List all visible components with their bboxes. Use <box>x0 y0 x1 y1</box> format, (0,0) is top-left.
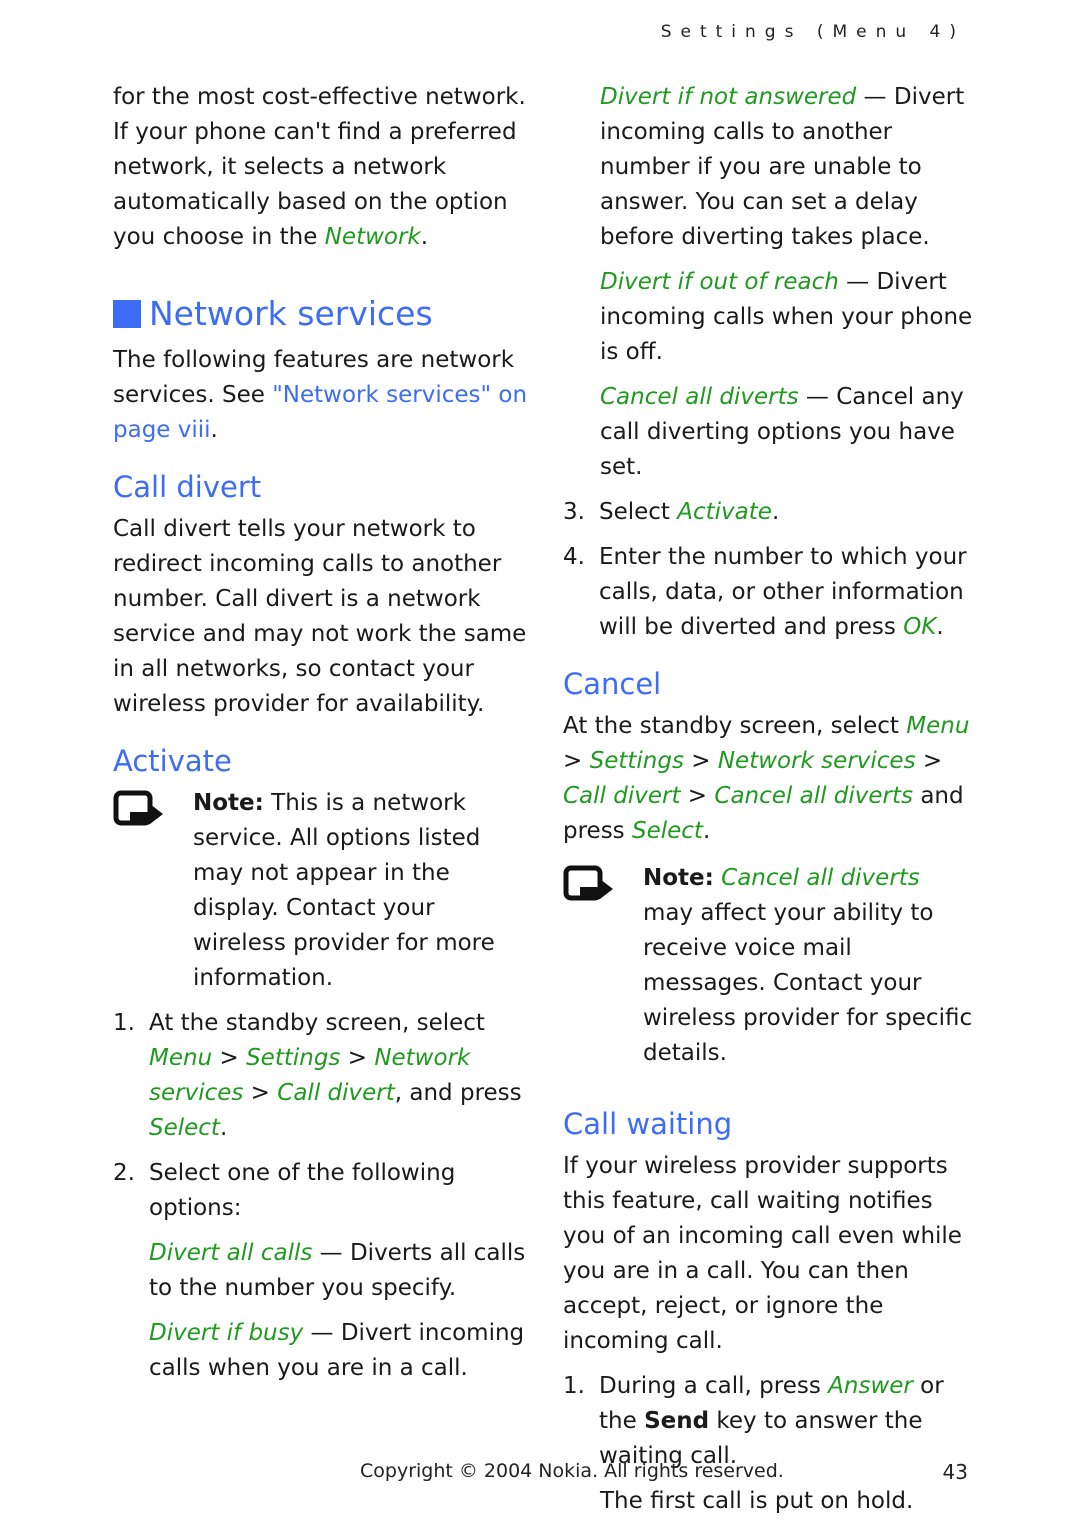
option-item: Divert if out of reach — Divert incoming… <box>600 269 973 365</box>
step-note: The first call is put on hold. <box>600 1488 914 1514</box>
intro-paragraph: for the most cost-effective network. If … <box>113 84 526 250</box>
note-block: Note: Cancel all diverts may affect your… <box>563 861 973 1071</box>
copyright: Copyright © 2004 Nokia. All rights reser… <box>360 1460 784 1482</box>
step-item: 1. During a call, press Answer or the Se… <box>563 1373 944 1469</box>
steps-list: 3. Select Activate. 4. Enter the number … <box>563 495 973 645</box>
call-waiting-paragraph: If your wireless provider supports this … <box>563 1153 962 1354</box>
option-item: Divert if busy — Divert incoming calls w… <box>149 1320 525 1381</box>
step-item: 4. Enter the number to which your calls,… <box>563 544 967 640</box>
note-icon <box>113 786 193 996</box>
steps-list: 1. During a call, press Answer or the Se… <box>563 1369 973 1474</box>
section-title: Network services <box>113 293 533 335</box>
cancel-paragraph: At the standby screen, select Menu > Set… <box>563 713 970 844</box>
call-divert-paragraph: Call divert tells your network to redire… <box>113 516 527 717</box>
call-waiting-heading: Call waiting <box>563 1107 733 1141</box>
right-column: Divert if not answered — Divert incoming… <box>563 80 973 1529</box>
call-divert-heading: Call divert <box>113 470 262 504</box>
note-block: Note: This is a network service. All opt… <box>113 786 533 996</box>
running-head: Settings (Menu 4) <box>660 22 965 42</box>
option-item: Divert all calls — Diverts all calls to … <box>149 1240 526 1301</box>
activate-heading: Activate <box>113 744 232 778</box>
section-square-icon <box>113 300 141 328</box>
step-item: 2. Select one of the following options: <box>113 1160 456 1221</box>
page-number: 43 <box>942 1460 968 1484</box>
menu-ref-network: Network <box>324 224 421 250</box>
steps-list: 1. At the standby screen, select Menu > … <box>113 1006 533 1226</box>
step-item: 1. At the standby screen, select Menu > … <box>113 1010 522 1141</box>
step-item: 3. Select Activate. <box>563 499 780 525</box>
cancel-heading: Cancel <box>563 667 662 701</box>
left-column: for the most cost-effective network. If … <box>113 80 533 1396</box>
note-icon <box>563 861 643 1071</box>
section-paragraph: The following features are network servi… <box>113 347 528 443</box>
option-item: Divert if not answered — Divert incoming… <box>600 84 965 250</box>
option-item: Cancel all diverts — Cancel any call div… <box>600 384 964 480</box>
